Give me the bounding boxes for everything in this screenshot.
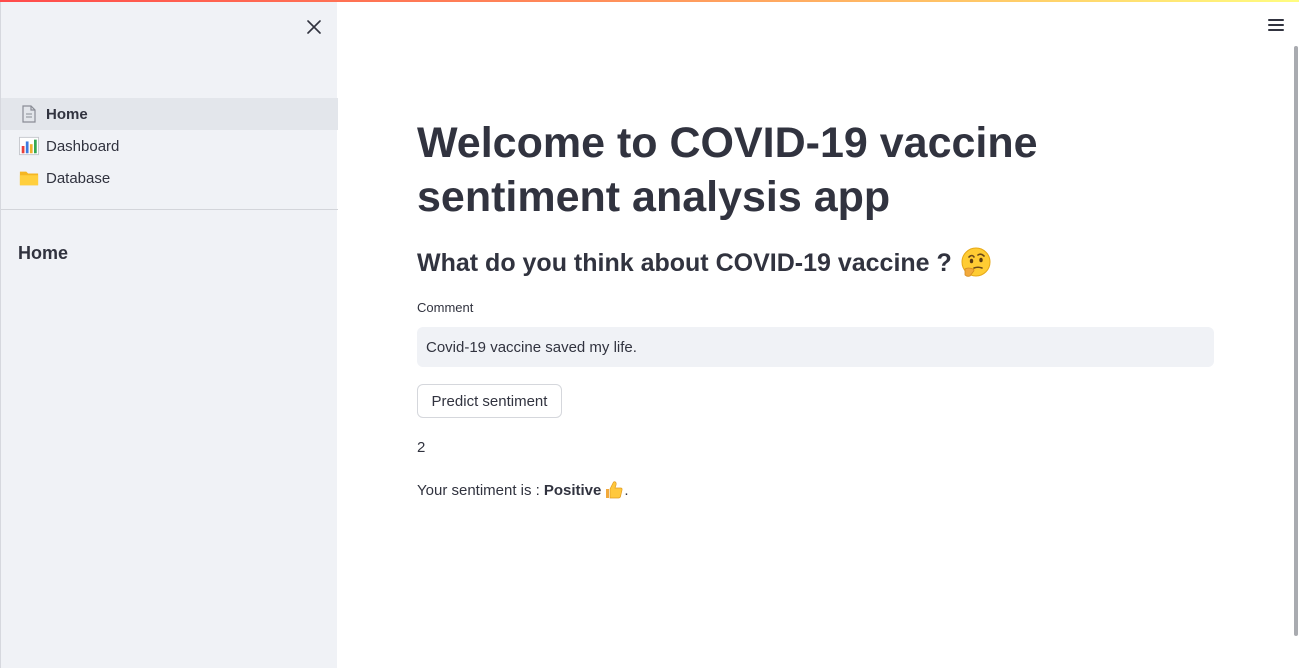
- sentiment-prefix: Your sentiment is :: [417, 481, 540, 499]
- sidebar-item-home[interactable]: Home: [1, 98, 338, 130]
- document-icon: [19, 104, 39, 124]
- hamburger-icon-line: [1268, 29, 1284, 31]
- sidebar-section-heading: Home: [18, 243, 69, 263]
- prediction-number: 2: [417, 439, 426, 456]
- comment-input[interactable]: [417, 327, 1214, 367]
- predict-sentiment-button[interactable]: Predict sentiment: [417, 384, 562, 418]
- sidebar-item-dashboard[interactable]: Dashboard: [1, 130, 338, 162]
- sidebar-item-database[interactable]: Database: [1, 162, 338, 194]
- sentiment-result: Your sentiment is : Positive .: [417, 480, 629, 500]
- sentiment-value: Positive: [543, 481, 602, 499]
- thumbs-up-icon: [606, 481, 623, 499]
- hamburger-icon-line: [1268, 24, 1284, 26]
- comment-label: Comment: [417, 300, 474, 315]
- question-text: What do you think about COVID-19 vaccine…: [417, 249, 952, 277]
- hamburger-icon: [1268, 19, 1284, 21]
- bar-chart-icon: [19, 136, 39, 156]
- folder-icon: [19, 168, 39, 188]
- thinking-face-icon: [961, 247, 991, 277]
- main-menu-button[interactable]: [1266, 16, 1286, 34]
- page-scrollbar[interactable]: [1294, 46, 1298, 636]
- sidebar-item-label: Dashboard: [46, 137, 120, 155]
- sidebar-item-label: Database: [46, 169, 111, 187]
- sentiment-suffix: .: [624, 481, 629, 499]
- sidebar-item-label: Home: [46, 105, 88, 123]
- page-title: Welcome to COVID-19 vaccine sentiment an…: [417, 119, 1038, 221]
- close-icon: [307, 20, 321, 34]
- close-sidebar-button[interactable]: [303, 16, 325, 38]
- sidebar-nav: Home Dashboard Database: [1, 98, 338, 194]
- sidebar-divider: [1, 209, 338, 210]
- sidebar: Home Dashboard Database Home: [0, 0, 338, 668]
- question-heading: What do you think about COVID-19 vaccine…: [417, 246, 1217, 280]
- top-decoration-bar: [0, 0, 1299, 2]
